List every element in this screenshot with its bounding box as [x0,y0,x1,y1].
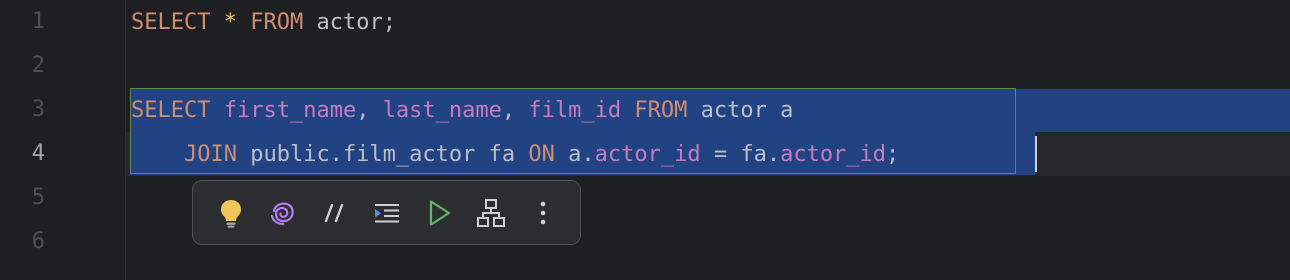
more-icon[interactable] [525,195,561,231]
code-token: actor_id [594,142,701,167]
code-token: a. [554,142,595,167]
reformat-icon[interactable] [369,195,405,231]
code-token: film_id [528,98,622,123]
code-token: ON [528,142,555,167]
floating-toolbar [192,180,581,245]
code-token: first_name [223,98,357,123]
code-token: SELECT [131,98,211,123]
code-token: SELECT [131,10,211,35]
code-token: FROM [634,98,688,123]
code-token: , [501,98,529,123]
line-number-gutter: 1 2 3 4 5 6 [0,0,126,280]
line-number: 5 [31,185,45,210]
code-token: FROM [250,10,304,35]
code-token: public.film_actor fa [236,142,529,167]
code-token: actor; [303,10,396,35]
code-token: , [356,98,383,123]
code-token: actor_id [780,142,887,167]
line-number: 3 [31,97,45,122]
code-token: * [223,10,237,35]
code-editor[interactable]: 1 2 3 4 5 6 SELECT * FROM actor; SELECT … [0,0,1290,280]
line-number: 2 [31,53,45,78]
code-line-4[interactable]: JOIN public.film_actor fa ON a.actor_id … [131,133,899,177]
code-token: = fa. [700,142,781,167]
ai-assistant-icon[interactable] [265,195,301,231]
code-token: last_name [382,98,502,123]
code-line-1[interactable]: SELECT * FROM actor; [131,1,396,45]
lightbulb-icon[interactable] [213,195,249,231]
line-number: 6 [31,229,45,254]
code-token: actor a [687,98,794,123]
structure-icon[interactable] [473,195,509,231]
run-icon[interactable] [421,195,457,231]
code-token: ; [886,142,900,167]
comment-icon[interactable] [317,195,353,231]
line-number: 1 [31,9,45,34]
code-token: JOIN [183,142,237,167]
line-number-current: 4 [31,141,45,166]
text-caret [1035,136,1037,172]
code-line-3[interactable]: SELECT first_name, last_name, film_id FR… [131,89,793,133]
